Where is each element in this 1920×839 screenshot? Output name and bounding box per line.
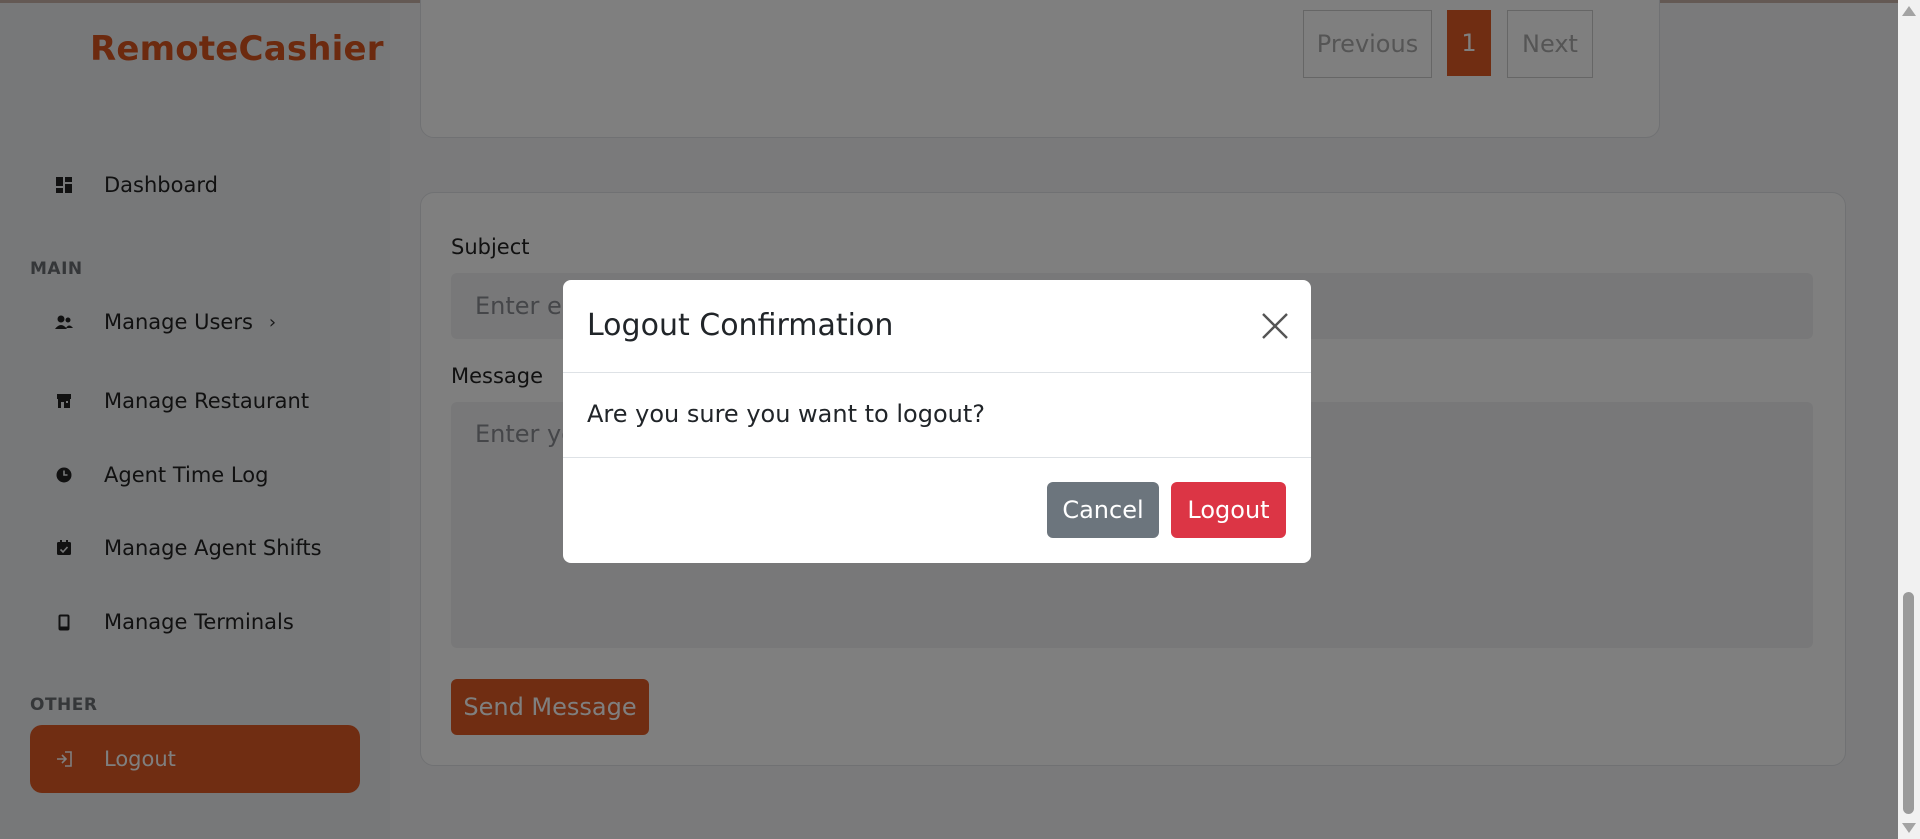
cancel-button[interactable]: Cancel xyxy=(1047,482,1159,538)
modal-header: Logout Confirmation xyxy=(563,280,1311,373)
modal-footer: Cancel Logout xyxy=(563,458,1311,563)
scroll-down-icon[interactable] xyxy=(1902,823,1916,833)
close-icon[interactable] xyxy=(1259,310,1291,342)
scrollbar-thumb[interactable] xyxy=(1903,592,1914,814)
scroll-up-icon[interactable] xyxy=(1902,6,1916,16)
vertical-scrollbar[interactable] xyxy=(1898,0,1920,839)
confirm-logout-button[interactable]: Logout xyxy=(1171,482,1286,538)
modal-title: Logout Confirmation xyxy=(587,308,894,343)
modal-body: Are you sure you want to logout? xyxy=(563,373,1311,458)
modal-message: Are you sure you want to logout? xyxy=(587,400,985,428)
logout-confirmation-modal: Logout Confirmation Are you sure you wan… xyxy=(563,280,1311,563)
